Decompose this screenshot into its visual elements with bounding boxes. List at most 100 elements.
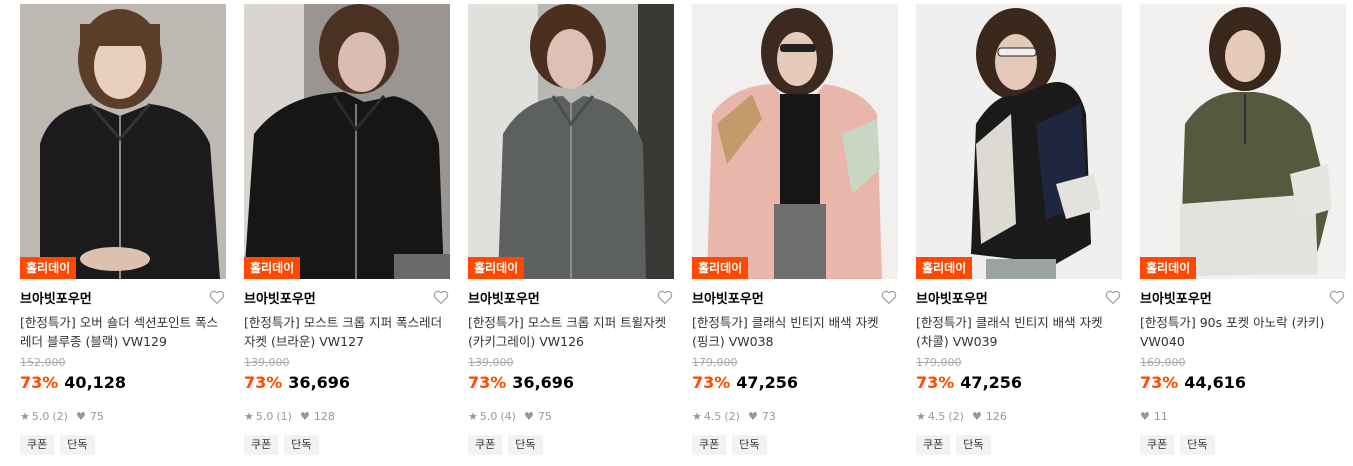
product-title[interactable]: [한정특가] 오버 숄더 섹션포인트 폭스레더 블루종 (블랙) VW129	[20, 313, 226, 351]
like-heart-icon: ♥	[1140, 409, 1150, 423]
product-title[interactable]: [한정특가] 모스트 크롭 지퍼 트윌자켓 (카키그레이) VW126	[468, 313, 674, 351]
coupon-tag: 쿠폰	[692, 435, 727, 455]
heart-icon[interactable]	[1104, 288, 1122, 306]
product-photo	[916, 4, 1122, 279]
rating-value: 4.5	[927, 409, 946, 423]
like-count: 75	[537, 409, 552, 423]
product-photo	[244, 4, 450, 279]
star-icon: ★	[468, 409, 478, 423]
review-meta: ★ 5.0 (4) ♥ 75	[468, 409, 674, 423]
discount-rate: 73%	[692, 373, 731, 392]
holiday-badge: 홀리데이	[468, 257, 525, 279]
sale-price: 36,696	[288, 373, 351, 392]
product-image[interactable]: 홀리데이	[468, 4, 674, 279]
exclusive-tag: 단독	[732, 435, 767, 455]
price-row: 73% 36,696	[244, 373, 450, 395]
brand-name[interactable]: 브아빗포우먼	[244, 288, 316, 307]
discount-rate: 73%	[468, 373, 507, 392]
price-row: 73% 40,128	[20, 373, 226, 395]
product-card[interactable]: 홀리데이 브아빗포우먼 [한정특가] 90s 포켓 아노락 (카키) VW040…	[1140, 4, 1346, 455]
discount-rate: 73%	[1140, 373, 1179, 392]
product-photo	[20, 4, 226, 279]
brand-name[interactable]: 브아빗포우먼	[692, 288, 764, 307]
coupon-tag: 쿠폰	[916, 435, 951, 455]
original-price: 179,000	[692, 356, 738, 369]
product-image[interactable]: 홀리데이	[1140, 4, 1346, 279]
sale-price: 44,616	[1184, 373, 1247, 392]
like-heart-icon: ♥	[747, 409, 758, 423]
original-price: 139,000	[244, 356, 290, 369]
product-photo	[692, 4, 898, 279]
holiday-badge: 홀리데이	[20, 257, 77, 279]
sale-price: 40,128	[64, 373, 127, 392]
star-icon: ★	[244, 409, 254, 423]
product-card[interactable]: 홀리데이 브아빗포우먼 [한정특가] 오버 숄더 섹션포인트 폭스레더 블루종 …	[20, 4, 226, 455]
tag-list: 쿠폰 단독	[1140, 435, 1346, 455]
star-icon: ★	[692, 409, 702, 423]
discount-rate: 73%	[20, 373, 59, 392]
product-card[interactable]: 홀리데이 브아빗포우먼 [한정특가] 클래식 빈티지 배색 자켓 (핑크) VW…	[692, 4, 898, 455]
exclusive-tag: 단독	[956, 435, 991, 455]
sale-price: 36,696	[512, 373, 575, 392]
review-meta: ★ 4.5 (2) ♥ 73	[692, 409, 898, 423]
holiday-badge: 홀리데이	[244, 257, 301, 279]
discount-rate: 73%	[916, 373, 955, 392]
product-title[interactable]: [한정특가] 클래식 빈티지 배색 자켓 (핑크) VW038	[692, 313, 898, 351]
heart-icon[interactable]	[1328, 288, 1346, 306]
review-meta: ★ 4.5 (2) ♥ 126	[916, 409, 1122, 423]
heart-icon[interactable]	[656, 288, 674, 306]
like-count: 11	[1153, 409, 1168, 423]
star-icon: ★	[916, 409, 926, 423]
price-row: 73% 44,616	[1140, 373, 1346, 395]
product-title[interactable]: [한정특가] 모스트 크롭 지퍼 폭스레더 자켓 (브라운) VW127	[244, 313, 450, 351]
product-card[interactable]: 홀리데이 브아빗포우먼 [한정특가] 클래식 빈티지 배색 자켓 (차콜) VW…	[916, 4, 1122, 455]
like-heart-icon: ♥	[971, 409, 982, 423]
review-meta: ♥ 11	[1140, 409, 1346, 423]
product-image[interactable]: 홀리데이	[916, 4, 1122, 279]
coupon-tag: 쿠폰	[468, 435, 503, 455]
like-heart-icon: ♥	[75, 409, 86, 423]
product-title[interactable]: [한정특가] 90s 포켓 아노락 (카키) VW040	[1140, 313, 1346, 351]
heart-icon[interactable]	[880, 288, 898, 306]
heart-icon[interactable]	[432, 288, 450, 306]
review-meta: ★ 5.0 (1) ♥ 128	[244, 409, 450, 423]
product-photo	[1140, 4, 1346, 279]
product-image[interactable]: 홀리데이	[20, 4, 226, 279]
brand-row: 브아빗포우먼	[1140, 287, 1346, 307]
sale-price: 47,256	[960, 373, 1023, 392]
tag-list: 쿠폰 단독	[468, 435, 674, 455]
like-heart-icon: ♥	[523, 409, 534, 423]
like-heart-icon: ♥	[299, 409, 310, 423]
brand-row: 브아빗포우먼	[244, 287, 450, 307]
product-card[interactable]: 홀리데이 브아빗포우먼 [한정특가] 모스트 크롭 지퍼 트윌자켓 (카키그레이…	[468, 4, 674, 455]
exclusive-tag: 단독	[1180, 435, 1215, 455]
product-image[interactable]: 홀리데이	[692, 4, 898, 279]
exclusive-tag: 단독	[284, 435, 319, 455]
brand-row: 브아빗포우먼	[916, 287, 1122, 307]
product-image[interactable]: 홀리데이	[244, 4, 450, 279]
product-card[interactable]: 홀리데이 브아빗포우먼 [한정특가] 모스트 크롭 지퍼 폭스레더 자켓 (브라…	[244, 4, 450, 455]
review-count: (2)	[724, 409, 740, 423]
brand-name[interactable]: 브아빗포우먼	[916, 288, 988, 307]
review-count: (1)	[276, 409, 292, 423]
brand-row: 브아빗포우먼	[20, 287, 226, 307]
review-count: (2)	[948, 409, 964, 423]
brand-name[interactable]: 브아빗포우먼	[1140, 288, 1212, 307]
coupon-tag: 쿠폰	[20, 435, 55, 455]
sale-price: 47,256	[736, 373, 799, 392]
rating-value: 5.0	[255, 409, 274, 423]
holiday-badge: 홀리데이	[916, 257, 973, 279]
exclusive-tag: 단독	[508, 435, 543, 455]
rating-value: 5.0	[479, 409, 498, 423]
exclusive-tag: 단독	[60, 435, 95, 455]
heart-icon[interactable]	[208, 288, 226, 306]
price-row: 73% 47,256	[692, 373, 898, 395]
brand-name[interactable]: 브아빗포우먼	[20, 288, 92, 307]
brand-name[interactable]: 브아빗포우먼	[468, 288, 540, 307]
discount-rate: 73%	[244, 373, 283, 392]
tag-list: 쿠폰 단독	[244, 435, 450, 455]
product-title[interactable]: [한정특가] 클래식 빈티지 배색 자켓 (차콜) VW039	[916, 313, 1122, 351]
original-price: 139,000	[468, 356, 514, 369]
coupon-tag: 쿠폰	[1140, 435, 1175, 455]
review-count: (4)	[500, 409, 516, 423]
